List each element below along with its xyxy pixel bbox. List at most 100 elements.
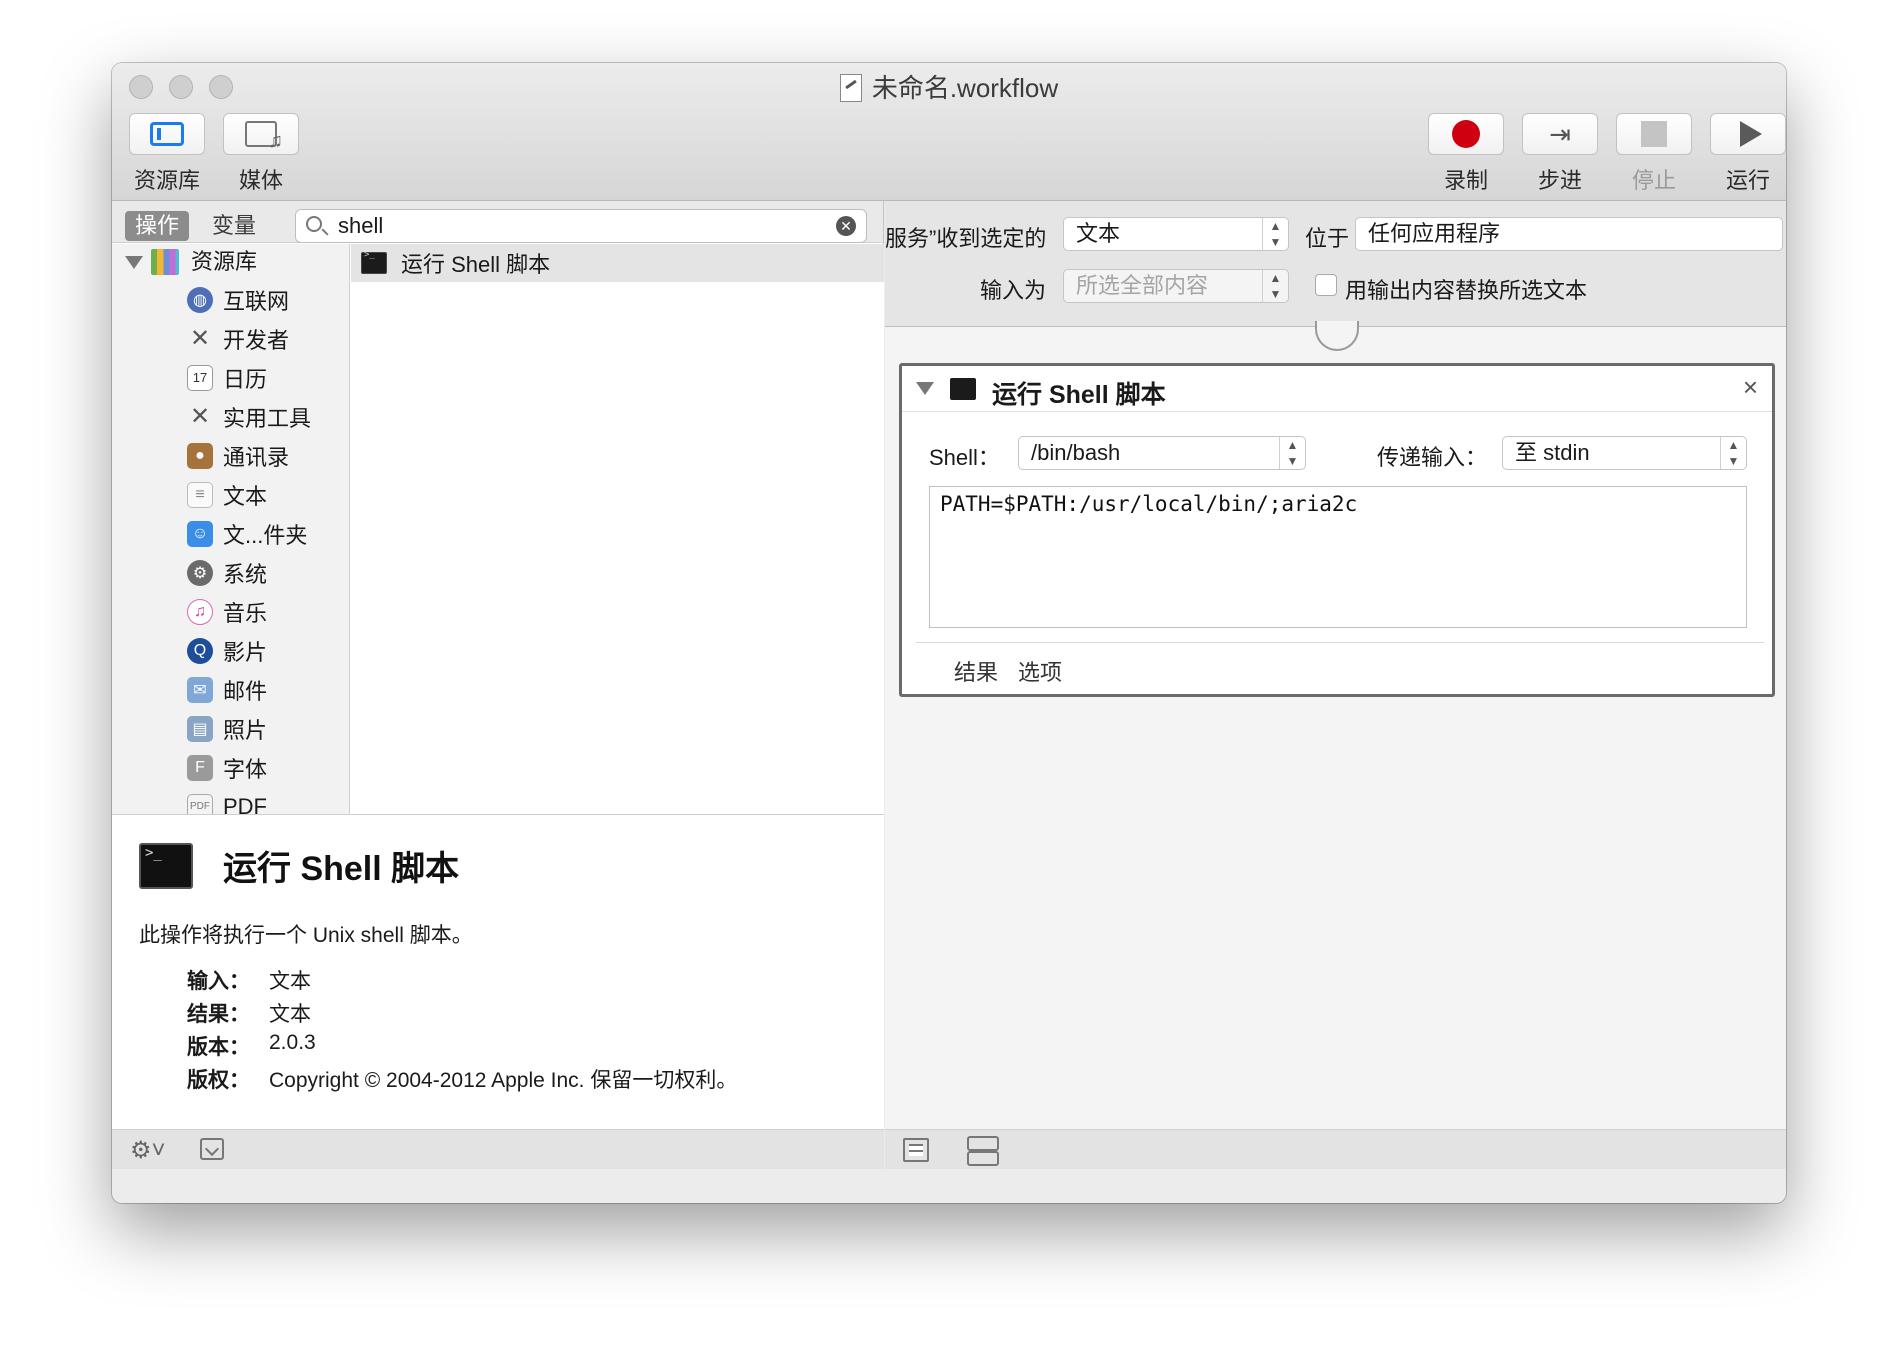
toggle-description-icon[interactable]: [200, 1138, 224, 1160]
category-item-calendar[interactable]: 17 日历: [112, 358, 349, 397]
log-view-icon[interactable]: [903, 1138, 929, 1162]
category-item-mail[interactable]: ✉ 邮件: [112, 670, 349, 709]
search-input[interactable]: [338, 212, 818, 240]
media-button[interactable]: 媒体: [223, 113, 299, 195]
input-is-value: 所选全部内容: [1076, 273, 1209, 298]
action-title: 运行 Shell 脚本: [992, 381, 1166, 409]
sidebar-icon: [150, 122, 184, 146]
shell-value: /bin/bash: [1031, 440, 1121, 465]
category-list: 资源库 ◍ 互联网 ✕ 开发者 17 日历 ✕ 实用工具 ● 通讯录 ≡ 文本 …: [112, 244, 350, 814]
collapse-triangle-icon[interactable]: [916, 382, 934, 395]
category-item-internet[interactable]: ◍ 互联网: [112, 280, 349, 319]
category-label: 实用工具: [223, 405, 312, 431]
service-application-value: 任何应用程序: [1368, 221, 1501, 246]
tab-options[interactable]: 选项: [1018, 655, 1062, 687]
finder-icon: ☺: [187, 520, 213, 547]
clear-search-icon[interactable]: ✕: [836, 216, 856, 236]
close-icon[interactable]: ×: [1743, 372, 1758, 403]
step-label: 步进: [1537, 168, 1582, 193]
copyright-key: 版权：: [187, 1069, 250, 1092]
category-item-movies[interactable]: Q 影片: [112, 631, 349, 670]
pass-input-select[interactable]: 至 stdin ▲ ▼: [1502, 436, 1747, 470]
shell-select[interactable]: /bin/bash ▲ ▼: [1018, 436, 1306, 470]
service-in-label: 位于: [1305, 226, 1350, 251]
action-description: 运行 Shell 脚本 此操作将执行一个 Unix shell 脚本。 输入： …: [112, 814, 884, 1139]
category-item-music[interactable]: ♫ 音乐: [112, 592, 349, 631]
category-item-system[interactable]: ⚙ 系统: [112, 553, 349, 592]
disclosure-triangle-icon[interactable]: [125, 255, 143, 269]
category-label: 字体: [223, 756, 268, 782]
result-value: 文本: [269, 1003, 311, 1026]
category-label: 文...件夹: [223, 522, 308, 548]
step-button[interactable]: ⇥ 步进: [1522, 113, 1598, 195]
category-item-utilities[interactable]: ✕ 实用工具: [112, 397, 349, 436]
result-key: 结果：: [187, 1003, 250, 1026]
search-icon: [306, 216, 322, 232]
category-label: 系统: [223, 561, 268, 587]
script-editor[interactable]: PATH=$PATH:/usr/local/bin/;aria2c: [929, 486, 1747, 628]
category-item-fonts[interactable]: F 字体: [112, 748, 349, 787]
version-key: 版本：: [187, 1036, 250, 1059]
segment-actions[interactable]: 操作: [125, 211, 190, 241]
updown-arrows-icon: ▲ ▼: [1279, 437, 1305, 469]
record-label: 录制: [1443, 168, 1488, 193]
list-item[interactable]: 运行 Shell 脚本: [351, 244, 884, 282]
workflow-document-icon: [839, 74, 862, 102]
description-header: 运行 Shell 脚本: [139, 841, 459, 890]
contacts-icon: ●: [187, 442, 213, 469]
category-item-contacts[interactable]: ● 通讯录: [112, 436, 349, 475]
pass-input-value: 至 stdin: [1515, 440, 1590, 465]
category-item-photos[interactable]: ▤ 照片: [112, 709, 349, 748]
category-label: 开发者: [223, 327, 290, 353]
utilities-icon: ✕: [189, 403, 211, 430]
description-text: 此操作将执行一个 Unix shell 脚本。: [139, 924, 473, 947]
category-item-files-folders[interactable]: ☺ 文...件夹: [112, 514, 349, 553]
system-icon: ⚙: [187, 559, 213, 586]
photos-icon: ▤: [187, 715, 213, 742]
stop-button[interactable]: 停止: [1616, 113, 1692, 195]
terminal-icon: [361, 250, 387, 274]
library-toggle-button[interactable]: 资源库: [129, 113, 205, 195]
replace-selected-text-checkbox[interactable]: [1315, 274, 1337, 296]
category-label: PDF: [223, 793, 267, 815]
segment-variables[interactable]: 变量: [202, 211, 266, 241]
category-item-developer[interactable]: ✕ 开发者: [112, 319, 349, 358]
service-receives-label: 服务”收到选定的: [885, 226, 1047, 251]
calendar-icon: 17: [187, 364, 213, 391]
record-icon: [1452, 120, 1480, 148]
movie-icon: Q: [187, 637, 213, 664]
input-is-select[interactable]: 所选全部内容 ▲ ▼: [1063, 269, 1289, 303]
category-item-pdf[interactable]: PDF PDF: [112, 787, 349, 814]
gear-icon[interactable]: ⚙˅: [130, 1136, 166, 1165]
category-item-text[interactable]: ≡ 文本: [112, 475, 349, 514]
description-title: 运行 Shell 脚本: [223, 850, 460, 888]
description-result-row: 结果： 文本: [187, 998, 311, 1028]
description-copyright-row: 版权： Copyright © 2004-2012 Apple Inc. 保留一…: [187, 1064, 737, 1094]
category-label: 音乐: [223, 600, 268, 626]
workflow-bottom-bar: [885, 1129, 1786, 1169]
service-application-select[interactable]: 任何应用程序: [1355, 217, 1783, 251]
tab-results[interactable]: 结果: [954, 655, 998, 687]
copyright-value: Copyright © 2004-2012 Apple Inc. 保留一切权利。: [269, 1069, 738, 1092]
pass-input-label: 传递输入：: [1377, 445, 1488, 470]
record-button[interactable]: 录制: [1428, 113, 1504, 195]
library-bottom-bar: ⚙˅: [112, 1129, 884, 1169]
terminal-icon: [950, 378, 976, 400]
library-root-item[interactable]: 资源库: [112, 244, 349, 280]
library-pane: 操作 变量 ✕ 资源库 ◍ 互联网 ✕ 开发者 17: [112, 201, 884, 1169]
text-icon: ≡: [187, 481, 213, 508]
description-input-row: 输入： 文本: [187, 965, 311, 995]
play-icon: [1740, 121, 1762, 147]
media-label: 媒体: [238, 168, 283, 193]
music-icon: ♫: [187, 598, 213, 625]
shell-label: Shell：: [929, 445, 1000, 470]
stop-icon: [1641, 121, 1667, 147]
service-input-type-select[interactable]: 文本 ▲ ▼: [1063, 217, 1289, 251]
stop-label: 停止: [1631, 168, 1676, 193]
workflow-connector: [1315, 321, 1359, 351]
category-label: 影片: [223, 639, 268, 665]
workflow-view-icon[interactable]: [967, 1136, 999, 1166]
window-title-text: 未命名.workflow: [871, 73, 1059, 103]
run-button[interactable]: 运行: [1710, 113, 1786, 195]
action-results-list: 运行 Shell 脚本: [351, 244, 884, 814]
